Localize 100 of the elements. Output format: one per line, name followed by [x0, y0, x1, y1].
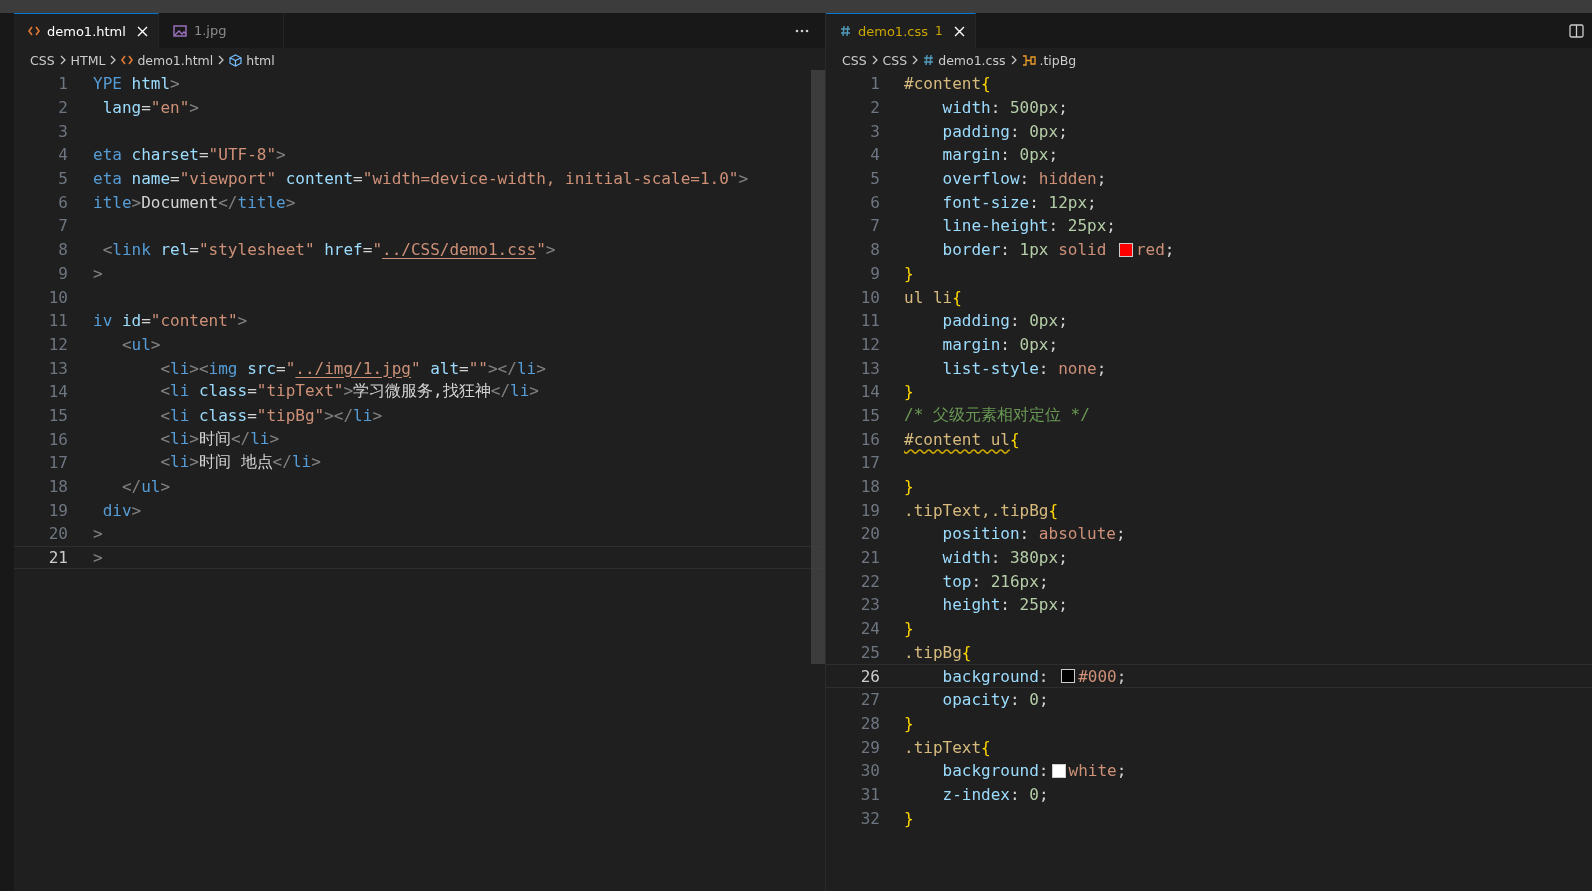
code-text: <ul>	[120, 334, 161, 354]
code-text: iv id="content">	[93, 311, 248, 331]
line-number: 30	[859, 761, 880, 781]
close-icon[interactable]	[136, 25, 148, 37]
line-number: 15	[859, 405, 880, 425]
line-number: 19	[859, 500, 880, 520]
code-text: }	[904, 619, 914, 639]
line-number: 19	[47, 500, 68, 520]
line-number: 20	[47, 524, 68, 544]
code-text: margin: 0px;	[941, 334, 1059, 354]
code-text: div>	[101, 500, 142, 520]
breadcrumb-item[interactable]: CSS	[30, 52, 55, 68]
breadcrumb-item[interactable]: demo1.html	[121, 52, 214, 68]
line-number: 24	[859, 619, 880, 639]
line-number: 17	[859, 453, 880, 473]
code-text: top: 216px;	[941, 571, 1049, 591]
code-text: overflow: hidden;	[941, 169, 1107, 189]
code-text: #000;	[1078, 666, 1127, 686]
code-text: width: 500px;	[941, 98, 1068, 118]
chevron-right-icon	[1010, 55, 1017, 65]
code-text: .tipText{	[904, 737, 991, 757]
line-number: 23	[859, 595, 880, 615]
code-text: eta charset="UTF-8">	[93, 145, 286, 165]
line-number: 10	[859, 287, 880, 307]
brackets-icon	[1021, 53, 1036, 67]
line-number: 21	[47, 548, 68, 568]
code-text: padding: 0px;	[941, 311, 1068, 331]
code-text: <link rel="stylesheet" href="../CSS/demo1.css">	[101, 240, 556, 260]
code-text: ul li{	[904, 287, 962, 307]
code-text: <li><img src="../img/1.jpg" alt=""></li>	[159, 358, 546, 378]
chevron-right-icon	[110, 55, 117, 65]
breadcrumb-item[interactable]: html	[229, 52, 275, 68]
line-number: 8	[57, 240, 68, 260]
code-text: }	[904, 808, 914, 828]
line-number: 4	[57, 145, 68, 165]
line-number: 2	[869, 98, 880, 118]
line-number: 13	[47, 358, 68, 378]
code-text: .tipText,.tipBg{	[904, 500, 1059, 520]
close-icon[interactable]	[953, 25, 965, 37]
code-text: margin: 0px;	[941, 145, 1059, 165]
editor-tab[interactable]: demo1.css 1	[826, 13, 976, 48]
line-number: 5	[57, 169, 68, 189]
breadcrumb-item[interactable]: CSS	[842, 52, 867, 68]
hash-icon	[840, 25, 851, 37]
code-brackets-icon	[121, 55, 134, 65]
chevron-right-icon	[59, 55, 66, 65]
line-number: 13	[859, 358, 880, 378]
split-editor-icon[interactable]	[1569, 23, 1584, 38]
breadcrumb-item[interactable]: HTML	[70, 52, 106, 68]
code-text: position: absolute;	[941, 524, 1126, 544]
line-number: 3	[57, 121, 68, 141]
line-number: 29	[859, 737, 880, 757]
line-number: 12	[859, 334, 880, 354]
scrollbar[interactable]	[811, 70, 825, 664]
image-icon	[172, 24, 187, 37]
code-text: <li class="tipBg"></li>	[159, 405, 382, 425]
line-number: 6	[869, 192, 880, 212]
breadcrumb-item[interactable]: demo1.css	[923, 52, 1006, 68]
chevron-right-icon	[218, 55, 225, 65]
line-number: 11	[859, 311, 880, 331]
line-number: 14	[859, 382, 880, 402]
line-number: 4	[869, 145, 880, 165]
line-number: 12	[47, 334, 68, 354]
code-text: padding: 0px;	[941, 121, 1068, 141]
code-text: background:	[941, 761, 1049, 781]
line-number: 16	[47, 429, 68, 449]
code-text: list-style: none;	[941, 358, 1107, 378]
breadcrumb-item[interactable]: CSS	[882, 52, 908, 68]
code-text: eta name="viewport" content="width=device-width, initial-scale=1.0">	[93, 169, 749, 189]
code-text: }	[904, 382, 914, 402]
breadcrumb-item[interactable]: .tipBg	[1021, 52, 1077, 68]
code-text: /* 父级元素相对定位 */	[904, 404, 1090, 426]
line-number: 28	[859, 713, 880, 733]
line-number: 21	[859, 548, 880, 568]
line-number: 15	[47, 405, 68, 425]
line-number: 14	[47, 382, 68, 402]
line-number: 1	[57, 74, 68, 94]
line-number: 22	[859, 571, 880, 591]
code-text: <li class="tipText">学习微服务,找狂神</li>	[159, 381, 539, 403]
more-actions-icon[interactable]	[795, 28, 809, 33]
line-number: 1	[869, 74, 880, 94]
editor-tab[interactable]: demo1.html	[14, 13, 159, 48]
chevron-right-icon	[912, 55, 919, 65]
line-number: 32	[859, 808, 880, 828]
code-text: #content ul{	[904, 429, 1020, 449]
code-text: <li>时间</li>	[159, 428, 280, 450]
code-text: red;	[1135, 240, 1175, 260]
line-number: 31	[859, 784, 880, 804]
code-text: height: 25px;	[941, 595, 1068, 615]
line-number: 2	[57, 98, 68, 118]
code-text: opacity: 0;	[941, 690, 1049, 710]
cube-icon	[229, 53, 243, 67]
code-text: lang="en">	[101, 98, 199, 118]
line-number: 7	[869, 216, 880, 236]
code-text: #content{	[904, 74, 991, 94]
code-brackets-icon	[28, 26, 40, 36]
code-text: line-height: 25px;	[941, 216, 1116, 236]
line-number: 27	[859, 690, 880, 710]
line-number: 7	[57, 216, 68, 236]
line-number: 18	[859, 477, 880, 497]
